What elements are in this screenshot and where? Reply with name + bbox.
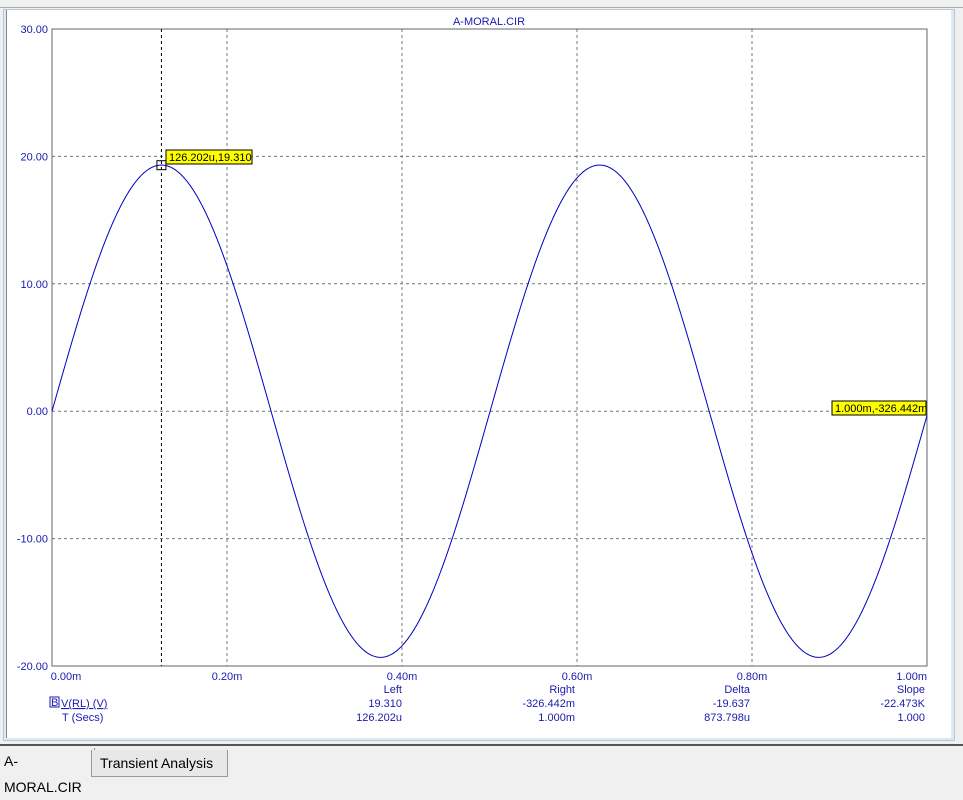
v-slope: -22.473K	[880, 698, 925, 710]
t-left: 126.202u	[356, 712, 402, 724]
chart-title: A-MORAL.CIR	[453, 16, 525, 28]
y-tick-label: 0.00	[27, 406, 48, 418]
header-delta: Delta	[724, 684, 751, 696]
left-cursor-label: 126.202u,19.310	[169, 152, 252, 164]
header-right: Right	[549, 684, 575, 696]
t-right: 1.000m	[538, 712, 575, 724]
header-left: Left	[384, 684, 402, 696]
x-tick-label: 0.40m	[387, 671, 418, 683]
v-delta: -19.637	[713, 698, 750, 710]
tab-divider	[0, 744, 963, 746]
y-tick-label: -20.00	[17, 661, 48, 673]
x-tick-label: 0.80m	[737, 671, 768, 683]
y-tick-label: 30.00	[20, 24, 48, 36]
series-name[interactable]: V(RL) (V)	[61, 698, 107, 710]
y-tick-label: 10.00	[20, 279, 48, 291]
plot-border	[51, 28, 928, 667]
tab-a-moral-cir[interactable]: A-MORAL.CIR	[0, 748, 95, 795]
x-tick-label: 0.20m	[212, 671, 243, 683]
right-cursor-label: 1.000m,-326.442m	[835, 403, 927, 415]
y-tick-label: 20.00	[20, 151, 48, 163]
transient-plot[interactable]: A-MORAL.CIR 30.00 20.00 10.00 0.00 -10.00 -20…	[0, 0, 963, 745]
trace-v-rl	[51, 164, 928, 658]
v-left: 19.310	[368, 698, 402, 710]
x-axis-name: T (Secs)	[62, 712, 103, 724]
readout-table: Left Right Delta Slope B V(RL) (V) 19.31…	[49, 684, 926, 724]
x-tick-label: 0.60m	[562, 671, 593, 683]
y-tick-label: -10.00	[17, 534, 48, 546]
x-tick-label: 0.00m	[51, 671, 82, 683]
header-slope: Slope	[897, 684, 925, 696]
series-badge[interactable]: B	[51, 697, 58, 709]
x-tick-label: 1.00m	[896, 671, 927, 683]
v-right: -326.442m	[522, 698, 575, 710]
tab-transient-analysis[interactable]: Transient Analysis	[91, 750, 228, 777]
t-slope: 1.000	[897, 712, 925, 724]
t-delta: 873.798u	[704, 712, 750, 724]
